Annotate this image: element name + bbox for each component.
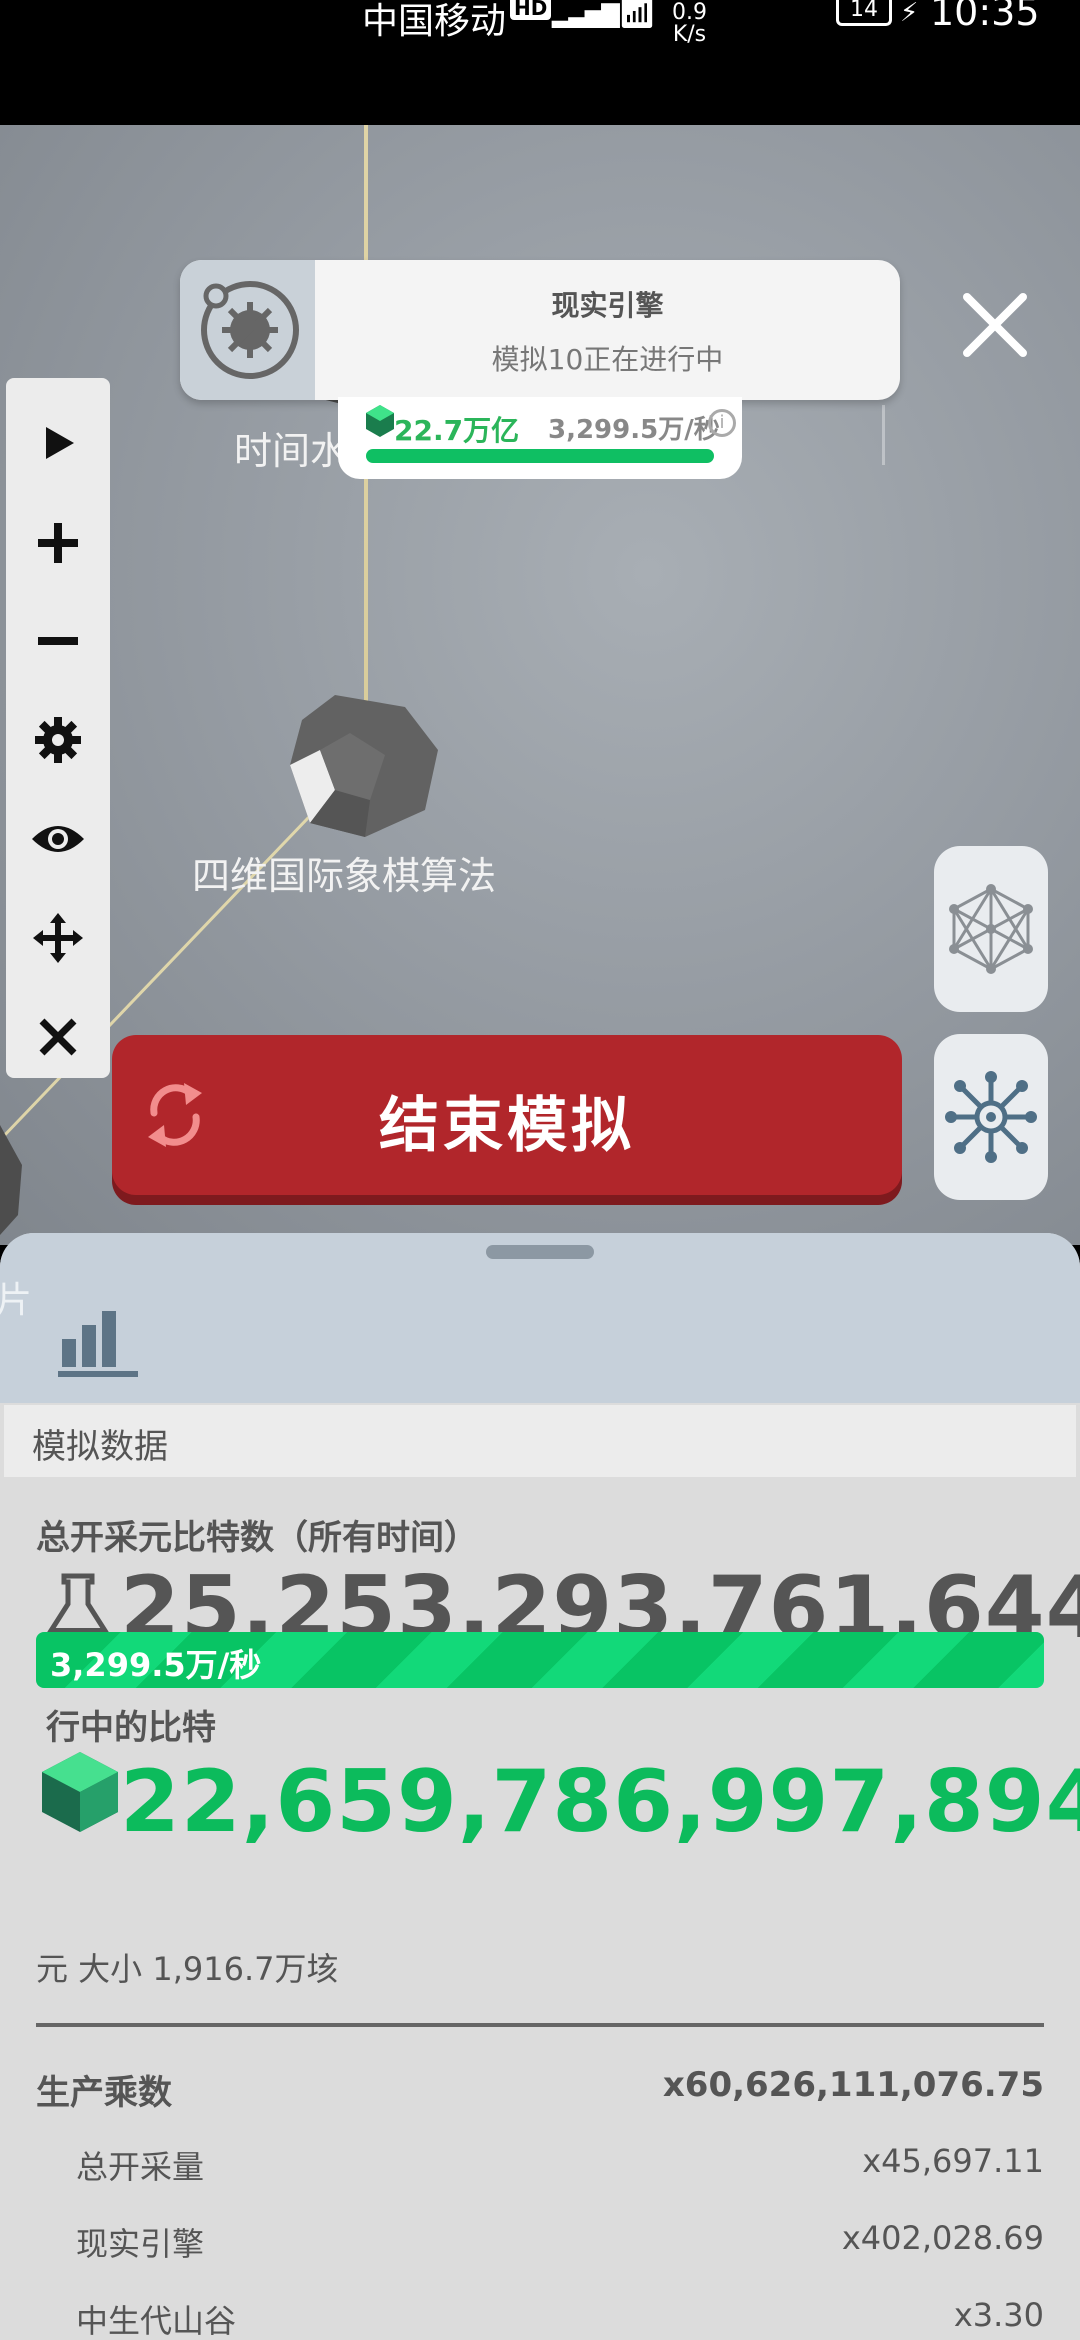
polyhedron-icon (949, 884, 1033, 974)
divider (36, 2023, 1044, 2027)
inline-bits-label: 行中的比特 (46, 1708, 216, 1748)
multiplier-row-label: 总开采量 (76, 2148, 205, 2186)
notification-subtitle: 模拟10正在进行中 (491, 343, 724, 376)
meta-size-label: 元 大小 1,916.7万垓 (36, 1950, 339, 1988)
plus-icon (38, 523, 78, 563)
multiplier-row-value: x402,028.69 (841, 2219, 1044, 2257)
close-icon[interactable] (955, 285, 1035, 365)
total-bits-label: 总开采元比特数（所有时间） (36, 1518, 478, 1558)
inline-bits-value: 22,659,786,997,894 (120, 1752, 1080, 1852)
counter-value: 22.7万亿 (394, 414, 520, 447)
play-icon (46, 427, 74, 459)
sheet-drag-handle[interactable] (486, 1245, 594, 1259)
end-simulation-button[interactable]: 结束模拟 (112, 1035, 902, 1195)
view-button[interactable] (6, 794, 110, 884)
bits-rate-bar: 3,299.5万/秒 (36, 1632, 1044, 1688)
play-button[interactable] (6, 398, 110, 488)
signal-icon: ▂▃▅▇ (552, 0, 620, 28)
section-header: 模拟数据 (4, 1405, 1076, 1477)
close-tool-button[interactable] (6, 992, 110, 1082)
close-icon (39, 1018, 77, 1056)
clock: 10:35 (930, 0, 1040, 34)
side-tab-fragment: 片 (0, 1280, 33, 1321)
status-bar: 中国移动 HD ▂▃▅▇ 📶︎ 0.9 K/s 14 ⚡ 10:35 (0, 0, 1080, 125)
bar-chart-icon[interactable] (56, 1295, 140, 1379)
zoom-out-button[interactable] (6, 596, 110, 686)
multiplier-row-label: 中生代山谷 (76, 2302, 237, 2340)
green-cube-icon (366, 405, 394, 437)
wifi-icon: 📶︎ (618, 0, 657, 31)
info-icon[interactable]: i (708, 409, 736, 437)
network-button[interactable] (934, 1034, 1048, 1200)
notification-card[interactable]: 现实引擎 模拟10正在进行中 (180, 260, 900, 400)
minus-icon (38, 637, 78, 645)
settings-button[interactable] (6, 695, 110, 785)
counter-rate: 3,299.5万/秒 (548, 415, 720, 445)
green-cube-icon (42, 1752, 118, 1832)
network-speed: 0.9 K/s (672, 0, 707, 47)
multiplier-row-value: x3.30 (953, 2296, 1044, 2334)
multiplier-row-value: x45,697.11 (862, 2142, 1044, 2180)
zoom-in-button[interactable] (6, 498, 110, 588)
hd-badge: HD (510, 0, 552, 20)
notification-title: 现实引擎 (551, 289, 664, 322)
node-label-chess-algorithm: 四维国际象棋算法 (192, 854, 497, 898)
engine-icon (180, 260, 315, 400)
bits-rate-label: 3,299.5万/秒 (50, 1646, 262, 1684)
eye-icon (32, 826, 84, 852)
battery-icon: 14 (836, 0, 892, 26)
gear-icon (35, 717, 81, 763)
geometry-button[interactable] (934, 846, 1048, 1012)
bits-counter[interactable]: 22.7万亿 3,299.5万/秒 i (338, 397, 742, 479)
production-multiplier-value: x60,626,111,076.75 (662, 2065, 1044, 2105)
carrier-name: 中国移动 (362, 1, 507, 42)
crystal-node-2[interactable] (290, 695, 440, 840)
network-icon (945, 1071, 1037, 1163)
multiplier-row-label: 现实引擎 (76, 2225, 205, 2263)
section-title: 模拟数据 (32, 1427, 168, 1467)
sheet-header: 片 (0, 1233, 1080, 1403)
move-button[interactable] (6, 893, 110, 983)
production-multiplier-label: 生产乘数 (36, 2073, 172, 2113)
crystal-node-edge (0, 1125, 22, 1235)
charging-icon: ⚡ (900, 0, 919, 28)
left-toolbar (6, 378, 110, 1078)
counter-progress-bar (366, 449, 714, 463)
move-icon (33, 913, 83, 963)
end-simulation-label: 结束模拟 (379, 1091, 635, 1161)
